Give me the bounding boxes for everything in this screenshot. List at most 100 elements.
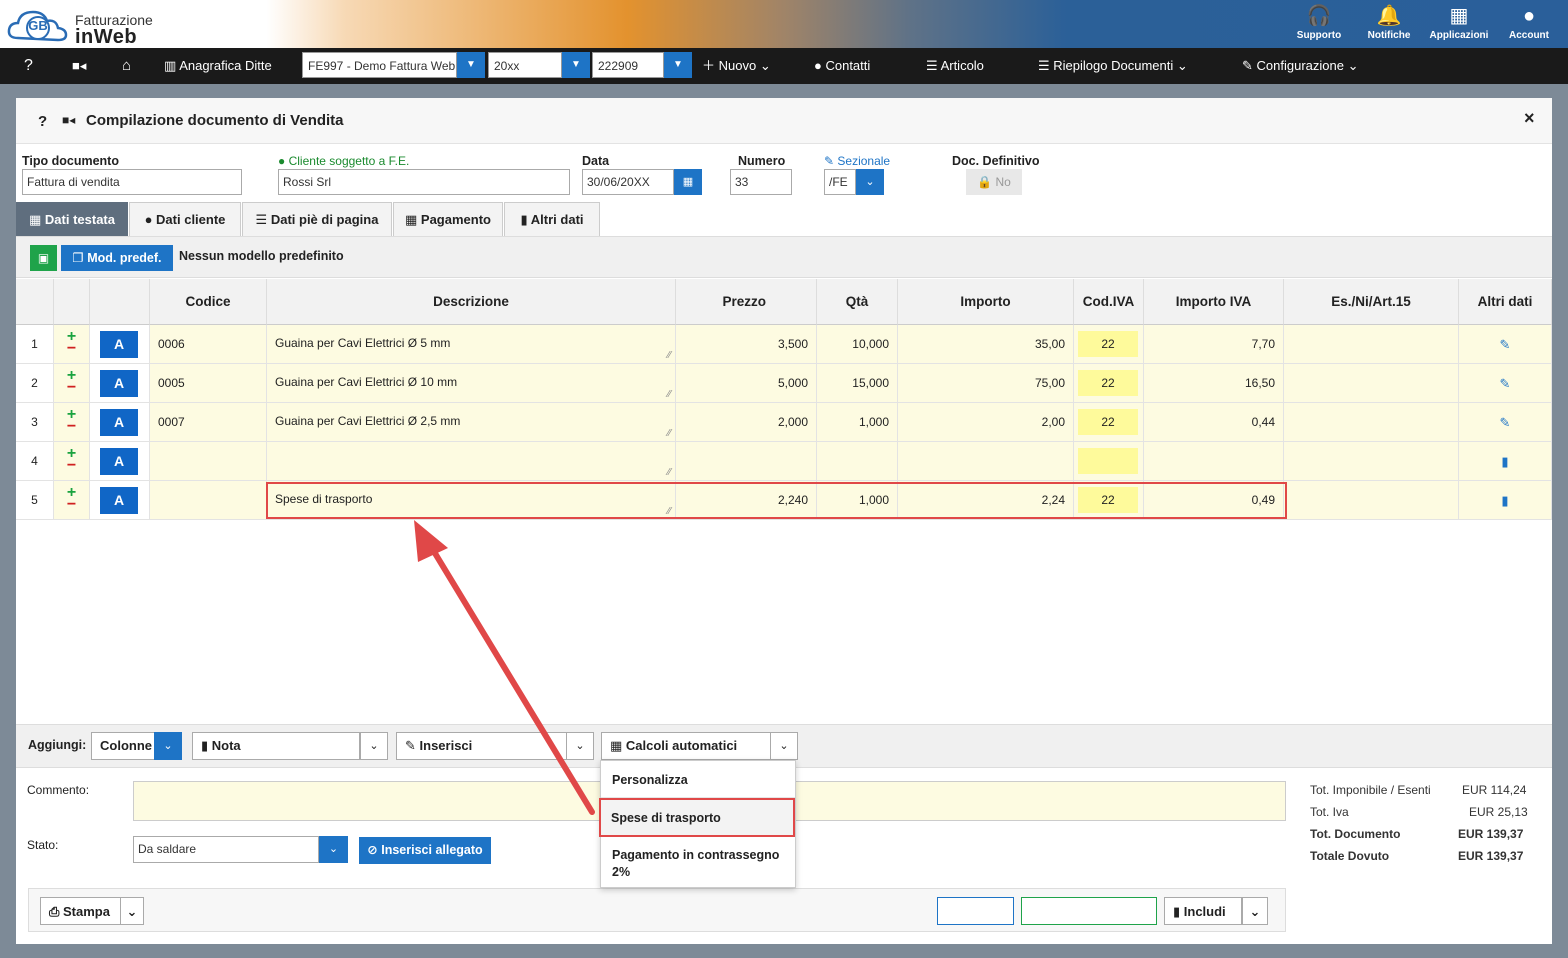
prezzo-cell[interactable]: 3,500: [676, 325, 817, 364]
iva-cell[interactable]: 22: [1074, 403, 1144, 442]
row-type-button[interactable]: A: [100, 370, 138, 397]
resize-handle-icon[interactable]: ⁄⁄: [668, 390, 671, 400]
row-type-button[interactable]: A: [100, 487, 138, 514]
tab-dati-pie-di-pagina[interactable]: ☰ Dati piè di pagina: [242, 202, 392, 236]
codice-cell[interactable]: [150, 442, 267, 481]
minus-icon[interactable]: −: [54, 497, 89, 513]
prezzo-cell[interactable]: 2,000: [676, 403, 817, 442]
tot-documento-value[interactable]: EUR 139,37: [1458, 827, 1523, 841]
cliente-field[interactable]: Rossi Srl: [278, 169, 570, 195]
descrizione-cell[interactable]: ⁄⁄: [267, 442, 676, 481]
configurazione-menu[interactable]: ✎ Configurazione ⌄: [1242, 48, 1359, 84]
row-type-button[interactable]: A: [100, 409, 138, 436]
importo-cell[interactable]: [898, 442, 1074, 481]
col-cod-iva[interactable]: Cod.IVA: [1074, 279, 1144, 325]
minus-icon[interactable]: −: [54, 419, 89, 435]
resize-handle-icon[interactable]: ⁄⁄: [668, 351, 671, 361]
descrizione-cell[interactable]: Guaina per Cavi Elettrici Ø 5 mm ⁄⁄: [267, 325, 676, 364]
edit-icon[interactable]: ✎: [1467, 403, 1543, 442]
col-qta[interactable]: Qtà: [817, 279, 898, 325]
row-type-cell[interactable]: A: [90, 481, 150, 520]
row-type-button[interactable]: A: [100, 448, 138, 475]
file-icon[interactable]: ▮: [1467, 481, 1543, 520]
esenzione-cell[interactable]: [1284, 442, 1459, 481]
col-descrizione[interactable]: Descrizione: [267, 279, 676, 325]
tab-dati-cliente[interactable]: ● Dati cliente: [129, 202, 241, 236]
menu-item-spese-trasporto[interactable]: Spese di trasporto: [599, 798, 795, 837]
iva-value[interactable]: 22: [1078, 331, 1138, 357]
year-select-arrow-icon[interactable]: ▼: [562, 52, 590, 78]
numero-field[interactable]: 33: [730, 169, 792, 195]
support-button[interactable]: 🎧 Supporto: [1284, 0, 1354, 48]
stampa-arrow-icon[interactable]: ⌄: [120, 897, 144, 925]
tot-iva-value[interactable]: EUR 25,13: [1469, 805, 1528, 819]
row-type-cell[interactable]: A: [90, 325, 150, 364]
file-icon[interactable]: ▮: [1467, 442, 1543, 481]
colonne-arrow-icon[interactable]: ⌄: [154, 732, 182, 760]
nota-select[interactable]: ▮ Nota: [192, 732, 360, 760]
resize-handle-icon[interactable]: ⁄⁄: [668, 429, 671, 439]
col-importo[interactable]: Importo: [898, 279, 1074, 325]
iva-cell[interactable]: 22: [1074, 325, 1144, 364]
importo-cell[interactable]: 75,00: [898, 364, 1074, 403]
sezionale-field[interactable]: /FE: [824, 169, 856, 195]
video-icon[interactable]: ■◂: [62, 113, 75, 127]
codice-cell[interactable]: 0005: [150, 364, 267, 403]
col-prezzo[interactable]: Prezzo: [676, 279, 817, 325]
code-select[interactable]: 222909: [592, 52, 664, 78]
iva-cell[interactable]: [1074, 442, 1144, 481]
stampa-button[interactable]: ⎙ Stampa: [40, 897, 121, 925]
tab-dati-testata[interactable]: ▦ Dati testata: [16, 202, 128, 236]
resize-handle-icon[interactable]: ⁄⁄: [668, 468, 671, 478]
modal-help-button[interactable]: ?: [38, 113, 47, 130]
save-model-icon[interactable]: ▣: [30, 245, 57, 271]
row-add-remove[interactable]: + −: [54, 403, 90, 442]
calcoli-arrow-icon[interactable]: ⌄: [770, 732, 798, 760]
anagrafica-link[interactable]: ▥ Anagrafica Ditte: [164, 48, 272, 84]
altri-dati-cell[interactable]: ▮: [1459, 442, 1552, 481]
esenzione-cell[interactable]: [1284, 325, 1459, 364]
col-importo-iva[interactable]: Importo IVA: [1144, 279, 1284, 325]
model-button[interactable]: ❐ Mod. predef.: [61, 245, 173, 271]
qta-cell[interactable]: 15,000: [817, 364, 898, 403]
prezzo-cell[interactable]: 5,000: [676, 364, 817, 403]
nuovo-button[interactable]: ＋ Nuovo: [937, 897, 1014, 925]
qta-cell[interactable]: 10,000: [817, 325, 898, 364]
descrizione-cell[interactable]: Guaina per Cavi Elettrici Ø 2,5 mm ⁄⁄: [267, 403, 676, 442]
importo-cell[interactable]: 35,00: [898, 325, 1074, 364]
importo-iva-cell[interactable]: 7,70: [1144, 325, 1284, 364]
row-add-remove[interactable]: + −: [54, 481, 90, 520]
tot-imponibile-value[interactable]: EUR 114,24: [1462, 783, 1526, 797]
esenzione-cell[interactable]: [1284, 403, 1459, 442]
esenzione-cell[interactable]: [1284, 481, 1459, 520]
year-select[interactable]: 20xx: [488, 52, 562, 78]
video-icon[interactable]: ■◂: [72, 48, 86, 84]
sezionale-arrow-icon[interactable]: ⌄: [856, 169, 884, 195]
notifications-button[interactable]: 🔔 Notifiche: [1354, 0, 1424, 48]
includi-arrow-icon[interactable]: ⌄: [1242, 897, 1268, 925]
nota-arrow-icon[interactable]: ⌄: [360, 732, 388, 760]
company-select[interactable]: FE997 - Demo Fattura Web: [302, 52, 457, 78]
colonne-select[interactable]: Colonne: [91, 732, 155, 760]
sezionale-link[interactable]: ✎ Sezionale: [824, 154, 890, 168]
tab-altri-dati[interactable]: ▮ Altri dati: [504, 202, 600, 236]
row-type-button[interactable]: A: [100, 331, 138, 358]
altri-dati-cell[interactable]: ▮: [1459, 481, 1552, 520]
altri-dati-cell[interactable]: ✎: [1459, 325, 1552, 364]
edit-icon[interactable]: ✎: [1467, 364, 1543, 403]
apps-button[interactable]: ▦ Applicazioni: [1424, 0, 1494, 48]
calendar-icon[interactable]: ▦: [674, 169, 702, 195]
row-type-cell[interactable]: A: [90, 403, 150, 442]
importo-cell[interactable]: 2,00: [898, 403, 1074, 442]
cliente-label[interactable]: ● Cliente soggetto a F.E.: [278, 154, 409, 168]
inserisci-select[interactable]: ✎ Inserisci: [396, 732, 568, 760]
esenzione-cell[interactable]: [1284, 364, 1459, 403]
includi-button[interactable]: ▮ Includi: [1164, 897, 1242, 925]
iva-value[interactable]: 22: [1078, 370, 1138, 396]
tab-pagamento[interactable]: ▦ Pagamento: [393, 202, 503, 236]
codice-cell[interactable]: [150, 481, 267, 520]
iva-value[interactable]: 22: [1078, 409, 1138, 435]
account-button[interactable]: ● Account: [1494, 0, 1564, 48]
stato-select[interactable]: Da saldare: [133, 836, 319, 863]
altri-dati-cell[interactable]: ✎: [1459, 364, 1552, 403]
